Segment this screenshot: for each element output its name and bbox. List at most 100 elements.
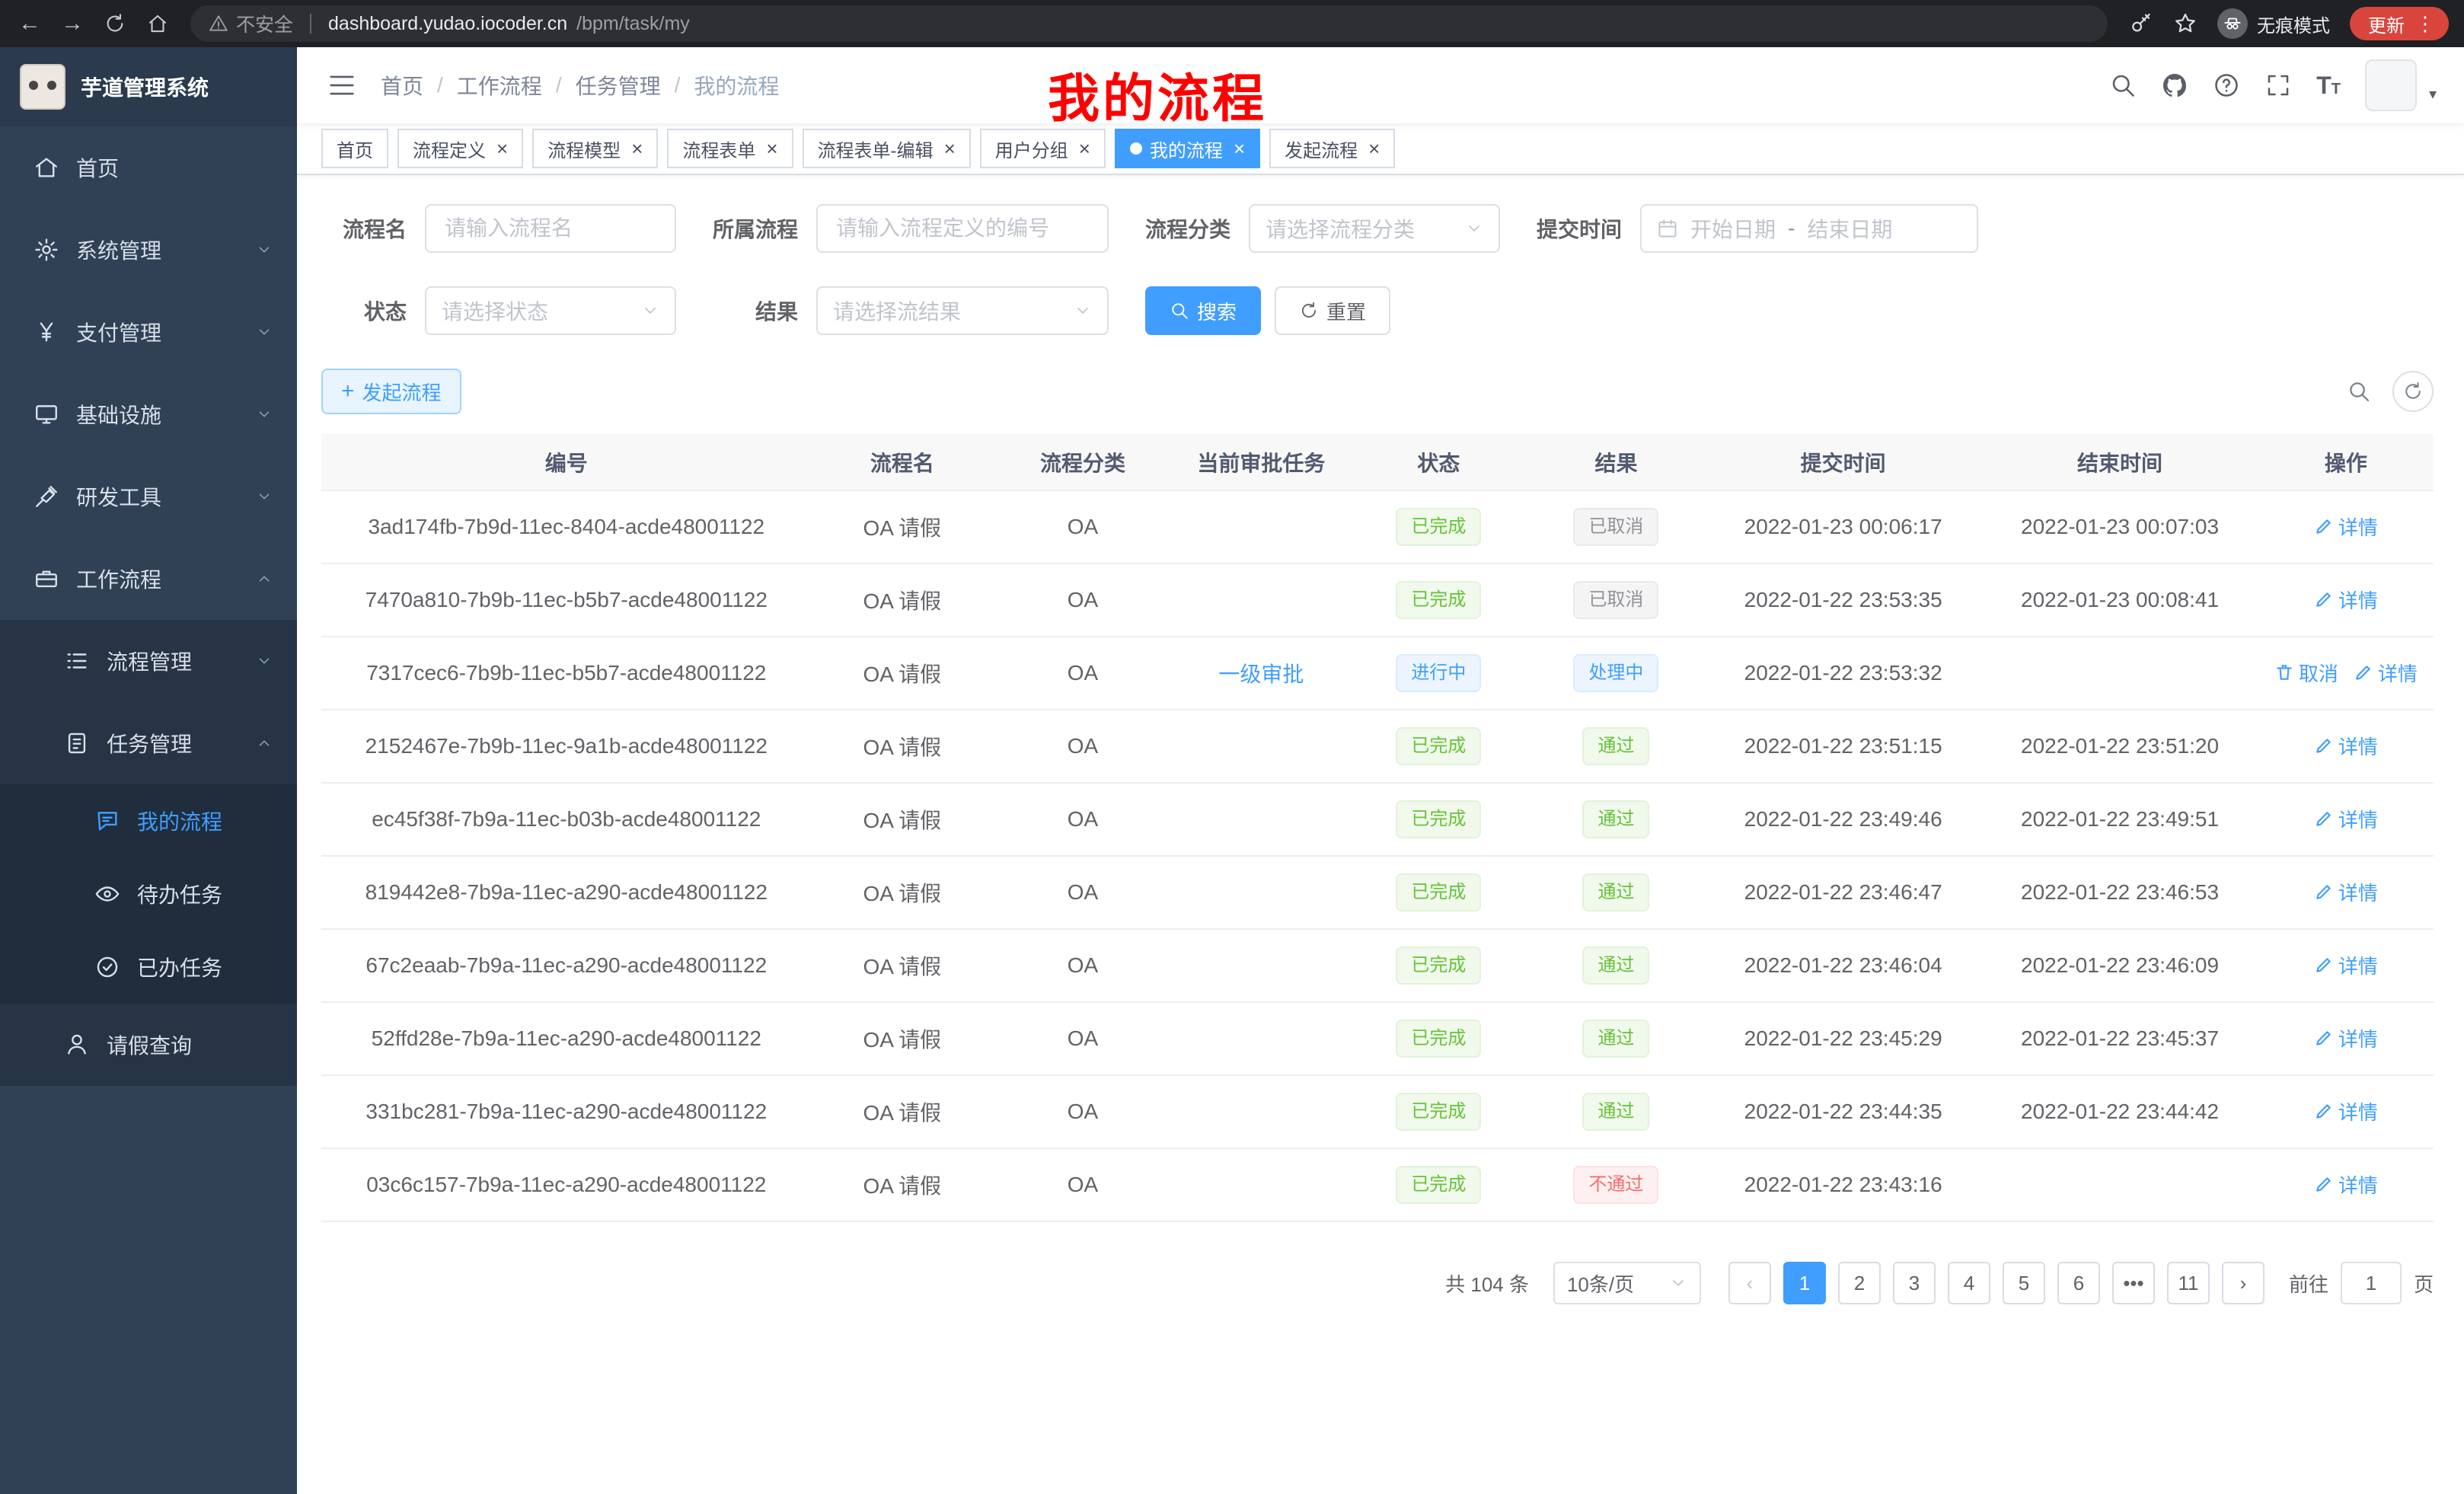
search-icon[interactable] (2109, 72, 2137, 99)
fullscreen-icon[interactable] (2265, 72, 2292, 99)
sidebar-item-leave-query[interactable]: 请假查询 (0, 1004, 297, 1086)
eye-icon (94, 881, 120, 907)
avatar[interactable] (2365, 59, 2417, 111)
sidebar-item-done-tasks[interactable]: 已办任务 (0, 931, 297, 1004)
page-button[interactable]: 2 (1838, 1262, 1881, 1304)
github-icon[interactable] (2161, 72, 2188, 99)
sidebar-item-system[interactable]: 系统管理 (0, 209, 297, 291)
detail-link[interactable]: 详情 (2314, 951, 2378, 979)
result-select[interactable]: 请选择流结果 (816, 286, 1109, 335)
view-tab[interactable]: 发起流程 × (1269, 129, 1395, 168)
breadcrumb-item[interactable]: 工作流程 (457, 70, 542, 101)
page-size-select[interactable]: 10条/页 (1553, 1262, 1701, 1304)
sidebar-item-payment[interactable]: 支付管理 (0, 291, 297, 373)
status-select[interactable]: 请选择状态 (425, 286, 676, 335)
update-button[interactable]: 更新 ⋮ (2350, 7, 2449, 40)
row-submit-time: 2022-01-22 23:45:29 (1744, 1026, 1942, 1050)
row-actions: 详情 (2258, 1002, 2434, 1075)
help-icon[interactable] (2213, 72, 2240, 99)
prev-page-button[interactable]: ‹ (1728, 1262, 1771, 1304)
page-button[interactable]: 5 (2003, 1262, 2045, 1304)
gear-icon (34, 237, 59, 263)
view-tab-label: 用户分组 (995, 136, 1068, 162)
detail-link[interactable]: 详情 (2354, 659, 2418, 687)
create-process-button[interactable]: + 发起流程 (321, 369, 461, 414)
next-page-button[interactable]: › (2222, 1262, 2265, 1304)
sidebar-item-devtools[interactable]: 研发工具 (0, 455, 297, 538)
chevron-up-icon (256, 735, 273, 752)
page-button[interactable]: 11 (2167, 1262, 2210, 1304)
table-row: 52ffd28e-7b9a-11ec-a290-acde48001122 OA … (321, 1002, 2434, 1075)
detail-link[interactable]: 详情 (2314, 1097, 2378, 1125)
page-button-current[interactable]: 1 (1783, 1262, 1826, 1304)
forward-icon[interactable]: → (61, 11, 84, 37)
column-header-result: 结果 (1527, 434, 1705, 490)
sidebar-item-workflow[interactable]: 工作流程 (0, 538, 297, 620)
current-task-link[interactable]: 一级审批 (1218, 662, 1304, 686)
tab-close-icon[interactable]: × (1234, 139, 1245, 158)
tab-close-icon[interactable]: × (1368, 139, 1380, 158)
page-button[interactable]: 3 (1893, 1262, 1936, 1304)
bookmark-star-icon[interactable] (2173, 11, 2197, 36)
reload-icon[interactable] (104, 12, 126, 35)
caret-down-icon[interactable]: ▾ (2429, 85, 2437, 104)
detail-link[interactable]: 详情 (2314, 878, 2378, 906)
address-bar[interactable]: 不安全 dashboard.yudao.iocoder.cn/bpm/task/… (190, 5, 2108, 42)
sidebar-item-process-management[interactable]: 流程管理 (0, 620, 297, 702)
status-tag: 已完成 (1396, 1020, 1481, 1058)
home-icon[interactable] (146, 12, 169, 35)
cancel-link[interactable]: 取消 (2274, 659, 2338, 687)
key-icon[interactable] (2129, 11, 2153, 36)
home-icon (34, 155, 59, 180)
page-button[interactable]: 4 (1948, 1262, 1990, 1304)
breadcrumb-item[interactable]: 任务管理 (576, 70, 661, 101)
update-label: 更新 (2368, 11, 2405, 37)
tab-close-icon[interactable]: × (944, 139, 956, 158)
menu-kebab-icon[interactable]: ⋮ (2415, 12, 2435, 36)
page-button[interactable]: ••• (2112, 1262, 2155, 1304)
detail-link[interactable]: 详情 (2314, 512, 2378, 541)
reset-button[interactable]: 重置 (1275, 286, 1390, 335)
row-submit-time: 2022-01-22 23:51:15 (1744, 734, 1942, 758)
sidebar: 芋道管理系统 首页 系统管理 支付管理 基础设施 (0, 47, 297, 1494)
search-button[interactable]: 搜索 (1145, 286, 1261, 335)
back-icon[interactable]: ← (18, 11, 41, 37)
sidebar-item-infrastructure[interactable]: 基础设施 (0, 373, 297, 455)
category-select[interactable]: 请选择流程分类 (1249, 204, 1500, 253)
row-actions: 详情 (2258, 490, 2434, 563)
view-tab[interactable]: 流程定义× (397, 129, 523, 168)
view-tab[interactable]: 流程模型× (532, 129, 658, 168)
sidebar-item-my-process[interactable]: 我的流程 (0, 784, 297, 857)
sidebar-item-todo-tasks[interactable]: 待办任务 (0, 857, 297, 931)
date-range-picker[interactable]: 开始日期 - 结束日期 (1640, 204, 1978, 253)
view-tab[interactable]: 流程表单-编辑× (803, 129, 971, 168)
font-size-icon[interactable]: TT (2316, 73, 2341, 97)
view-tab[interactable]: 我的流程× (1115, 129, 1260, 168)
app-logo[interactable]: 芋道管理系统 (0, 47, 297, 126)
page-button[interactable]: 6 (2057, 1262, 2100, 1304)
hamburger-icon[interactable] (309, 71, 375, 100)
detail-link[interactable]: 详情 (2314, 1170, 2378, 1199)
tab-close-icon[interactable]: × (766, 139, 777, 158)
detail-link[interactable]: 详情 (2314, 586, 2378, 614)
detail-link[interactable]: 详情 (2314, 732, 2378, 760)
view-tab[interactable]: 用户分组 × (980, 129, 1106, 168)
detail-link[interactable]: 详情 (2314, 1024, 2378, 1052)
tab-close-icon[interactable]: × (1079, 139, 1090, 158)
sidebar-item-home[interactable]: 首页 (0, 126, 297, 209)
tab-close-icon[interactable]: × (496, 139, 508, 158)
detail-link[interactable]: 详情 (2314, 805, 2378, 833)
tab-close-icon[interactable]: × (631, 139, 643, 158)
refresh-icon[interactable] (2392, 371, 2434, 412)
view-tab[interactable]: 流程表单× (667, 129, 793, 168)
sidebar-item-task-management[interactable]: 任务管理 (0, 702, 297, 784)
process-definition-input[interactable] (816, 204, 1109, 253)
process-name-input[interactable] (425, 204, 676, 253)
view-tab[interactable]: 首页 (321, 129, 388, 168)
view-tab-label: 发起流程 (1285, 136, 1358, 162)
app-title: 芋道管理系统 (81, 72, 209, 102)
toggle-search-icon[interactable] (2347, 379, 2371, 404)
user-icon (64, 1032, 90, 1058)
goto-page-input[interactable] (2341, 1262, 2402, 1304)
breadcrumb-item[interactable]: 首页 (381, 70, 423, 101)
